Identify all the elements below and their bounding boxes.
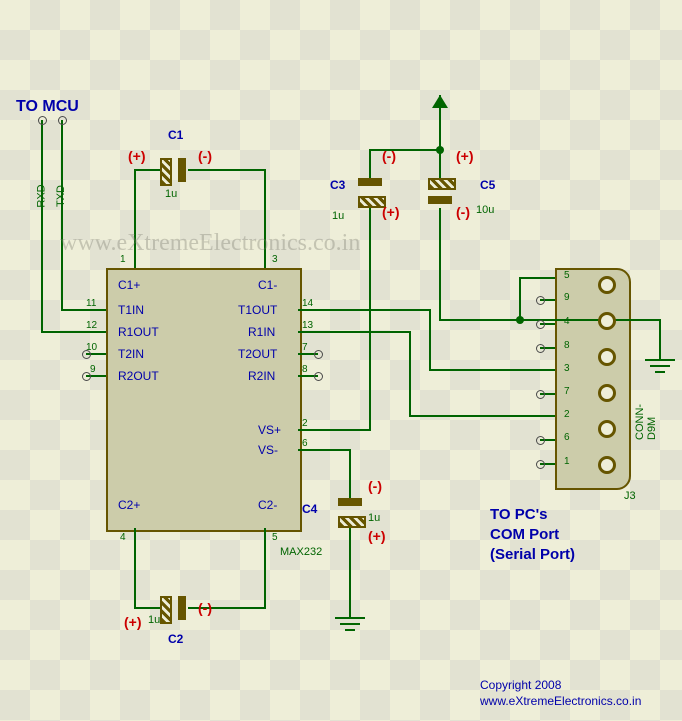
icpin-VSm: VS-: [258, 443, 278, 457]
cap-C1-neg: [178, 158, 186, 182]
C4-plus: (+): [368, 528, 386, 544]
cap-C2-neg: [178, 596, 186, 620]
C3-minus: (-): [382, 148, 396, 164]
j3-pin: 1: [564, 456, 570, 467]
C2-plus: (+): [124, 614, 142, 630]
junction: [516, 316, 524, 324]
db9-hole: [598, 348, 616, 366]
value-C5: 10u: [476, 204, 494, 216]
open-pin: [314, 350, 323, 359]
mcu-txd: TXD: [55, 185, 67, 207]
copyright-2: www.eXtremeElectronics.co.in: [480, 694, 641, 708]
C5-plus: (+): [456, 148, 474, 164]
open-pin: [58, 116, 67, 125]
schematic-wires: [0, 0, 682, 721]
cap-C4-neg: [338, 498, 362, 506]
pinnum: 6: [302, 438, 308, 449]
j3-pin: 7: [564, 386, 570, 397]
icpin-T1OUT: T1OUT: [238, 303, 277, 317]
title-to-mcu: TO MCU: [16, 98, 79, 116]
j3-pin: 8: [564, 340, 570, 351]
j3-pin: 2: [564, 409, 570, 420]
j3-type: CONN-D9M: [634, 392, 658, 440]
to-pc-1: TO PC's: [490, 506, 547, 523]
open-pin: [536, 436, 545, 445]
icpin-R2IN: R2IN: [248, 369, 275, 383]
db9-hole: [598, 276, 616, 294]
label-C5: C5: [480, 178, 495, 192]
C3-plus: (+): [382, 204, 400, 220]
open-pin: [536, 320, 545, 329]
icpin-C2m: C2-: [258, 498, 277, 512]
j3-ref: J3: [624, 490, 636, 502]
label-C1: C1: [168, 128, 183, 142]
j3-pin: 5: [564, 270, 570, 281]
open-pin: [536, 390, 545, 399]
pinnum: 2: [302, 418, 308, 429]
cap-C5-neg: [428, 196, 452, 204]
pinnum: 8: [302, 364, 308, 375]
icpin-T1IN: T1IN: [118, 303, 144, 317]
label-C3: C3: [330, 178, 345, 192]
label-C2: C2: [168, 632, 183, 646]
copyright-1: Copyright 2008: [480, 678, 561, 692]
icpin-VSp: VS+: [258, 423, 281, 437]
C2-minus: (-): [198, 600, 212, 616]
icpin-C2p: C2+: [118, 498, 140, 512]
db9-hole: [598, 312, 616, 330]
open-pin: [38, 116, 47, 125]
j3-pin: 4: [564, 316, 570, 327]
icpin-R2OUT: R2OUT: [118, 369, 159, 383]
value-C4: 1u: [368, 512, 380, 524]
open-pin: [536, 296, 545, 305]
db9-hole: [598, 456, 616, 474]
C1-plus: (+): [128, 148, 146, 164]
icpin-C1p: C1+: [118, 278, 140, 292]
value-C1: 1u: [165, 188, 177, 200]
junction: [436, 146, 444, 154]
pinnum: 11: [86, 298, 96, 309]
pinnum: 5: [272, 532, 278, 543]
icpin-R1OUT: R1OUT: [118, 325, 159, 339]
mcu-rxd: RXD: [36, 184, 48, 207]
C4-minus: (-): [368, 478, 382, 494]
j3-pin: 3: [564, 363, 570, 374]
to-pc-2: COM Port: [490, 526, 559, 543]
pinnum: 10: [86, 342, 97, 353]
pinnum: 14: [302, 298, 313, 309]
cap-C5-pos: [428, 178, 456, 190]
pinnum: 9: [90, 364, 96, 375]
C1-minus: (-): [198, 148, 212, 164]
icpin-C1m: C1-: [258, 278, 277, 292]
pinnum: 13: [302, 320, 313, 331]
db9-hole: [598, 420, 616, 438]
cap-C3-neg: [358, 178, 382, 186]
pinnum: 7: [302, 342, 308, 353]
open-pin: [536, 460, 545, 469]
label-C4: C4: [302, 502, 317, 516]
watermark: www.eXtremeElectronics.co.in: [60, 230, 360, 257]
open-pin: [536, 344, 545, 353]
db9-hole: [598, 384, 616, 402]
C5-minus: (-): [456, 204, 470, 220]
j3-pin: 6: [564, 432, 570, 443]
cap-C1-pos: [160, 158, 172, 186]
cap-C2-pos: [160, 596, 172, 624]
pinnum: 4: [120, 532, 126, 543]
icpin-T2OUT: T2OUT: [238, 347, 277, 361]
value-C2: 1u: [148, 614, 160, 626]
icpin-R1IN: R1IN: [248, 325, 275, 339]
open-pin: [314, 372, 323, 381]
ic-name: MAX232: [280, 546, 322, 558]
pinnum: 12: [86, 320, 97, 331]
to-pc-3: (Serial Port): [490, 546, 575, 563]
value-C3: 1u: [332, 210, 344, 222]
j3-pin: 9: [564, 292, 570, 303]
cap-C4-pos: [338, 516, 366, 528]
icpin-T2IN: T2IN: [118, 347, 144, 361]
